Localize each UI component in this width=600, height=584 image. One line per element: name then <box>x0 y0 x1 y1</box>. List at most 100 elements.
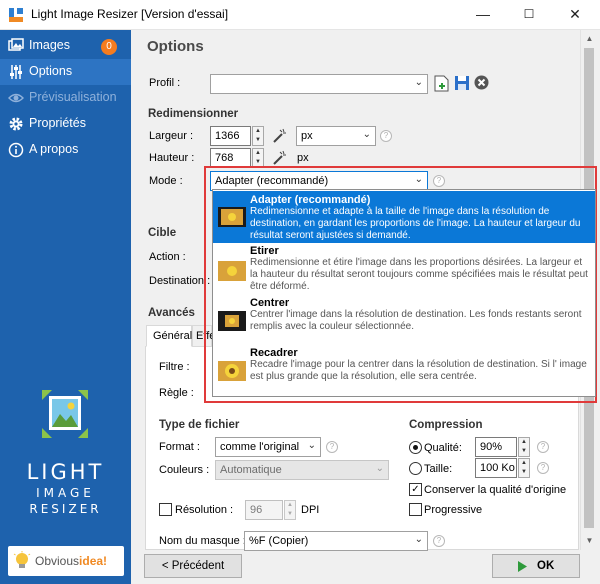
ok-button[interactable]: OK <box>492 554 580 578</box>
title-bar: Light Image Resizer [Version d'essai] — … <box>0 0 600 30</box>
logo-text-image: IMAGE <box>36 486 95 500</box>
sidebar-item-label: A propos <box>29 142 79 156</box>
quality-input[interactable]: 90% <box>475 437 517 457</box>
profile-label: Profil : <box>149 77 181 89</box>
size-label: Taille: <box>424 463 453 475</box>
mode-dropdown-list[interactable]: Adapter (recommandé) Redimensionne et ad… <box>212 189 596 397</box>
sidebar-item-properties[interactable]: Propriétés <box>0 111 131 137</box>
width-input[interactable]: 1366 <box>210 126 251 146</box>
quality-label: Qualité: <box>424 442 462 454</box>
fit-mode-icon <box>218 207 246 227</box>
sidebar: Images 0 Options Prévisualisation Propri… <box>0 30 131 584</box>
maximize-button[interactable]: ☐ <box>506 0 552 30</box>
progressive-checkbox[interactable] <box>409 503 422 516</box>
crop-mode-icon <box>218 361 246 381</box>
new-profile-icon[interactable] <box>434 75 449 92</box>
height-unit-label: px <box>297 152 309 164</box>
brand-highlight: idea! <box>79 554 108 568</box>
brand-logo[interactable]: Obviousidea! <box>8 546 124 576</box>
width-label: Largeur : <box>149 130 194 142</box>
mask-label: Nom du masque : <box>159 535 246 547</box>
compression-section-title: Compression <box>409 419 483 431</box>
page-title: Options <box>147 38 204 55</box>
resolution-checkbox[interactable] <box>159 503 172 516</box>
minimize-button[interactable]: — <box>460 0 506 30</box>
sliders-icon <box>10 65 22 79</box>
profile-select[interactable]: ⌄ <box>210 74 428 94</box>
sidebar-item-about[interactable]: A propos <box>0 137 131 163</box>
center-mode-icon <box>218 311 246 331</box>
help-icon[interactable]: ? <box>380 130 392 142</box>
resize-section-title: Redimensionner <box>148 108 239 120</box>
gear-icon <box>9 117 23 131</box>
keep-quality-label: Conserver la qualité d'origine <box>424 484 567 496</box>
play-icon <box>518 561 527 572</box>
sidebar-item-label: Prévisualisation <box>29 90 117 104</box>
magic-wand-icon[interactable] <box>271 128 287 144</box>
chevron-down-icon: ⌄ <box>414 77 423 88</box>
back-button[interactable]: < Précédent <box>144 554 242 578</box>
mask-select[interactable]: %F (Copier) ⌄ <box>244 531 428 551</box>
mode-option-etirer[interactable]: Etirer Redimensionne et étire l'image da… <box>213 245 595 297</box>
magic-wand-icon[interactable] <box>271 150 287 166</box>
progressive-label: Progressive <box>424 504 483 516</box>
scroll-down-icon[interactable]: ▼ <box>581 532 598 549</box>
resolution-input[interactable]: 96 <box>245 500 283 520</box>
tab-general[interactable]: Général <box>146 325 192 347</box>
keep-quality-checkbox[interactable]: ✓ <box>409 483 422 496</box>
filetype-section-title: Type de fichier <box>159 419 240 431</box>
images-count-badge: 0 <box>101 39 117 55</box>
rule-label: Règle : <box>159 387 194 399</box>
sidebar-item-options[interactable]: Options <box>0 59 131 85</box>
action-label: Action : <box>149 251 186 263</box>
sidebar-item-label: Images <box>29 38 70 52</box>
images-icon <box>8 38 24 51</box>
chevron-down-icon: ⌄ <box>414 534 423 545</box>
brand-name: Obvious <box>35 554 80 568</box>
colors-label: Couleurs : <box>159 464 210 476</box>
scroll-up-icon[interactable]: ▲ <box>581 30 598 47</box>
size-radio[interactable] <box>409 462 422 475</box>
resolution-label: Résolution : <box>175 504 234 516</box>
save-profile-icon[interactable] <box>454 75 470 91</box>
quality-radio[interactable] <box>409 441 422 454</box>
size-input[interactable]: 100 Ko <box>475 458 517 478</box>
mode-option-centrer[interactable]: Centrer Centrer l'image dans la résoluti… <box>213 297 595 343</box>
help-icon[interactable]: ? <box>433 535 445 547</box>
chevron-down-icon: ⌄ <box>375 463 384 474</box>
logo-text-light: LIGHT <box>26 460 105 484</box>
advanced-section-title: Avancés <box>148 307 195 319</box>
sidebar-item-label: Propriétés <box>29 116 86 130</box>
stretch-mode-icon <box>218 261 246 281</box>
chevron-down-icon: ⌄ <box>362 129 371 140</box>
help-icon[interactable]: ? <box>537 441 549 453</box>
sidebar-item-label: Options <box>29 64 73 78</box>
mode-option-adapter[interactable]: Adapter (recommandé) Redimensionne et ad… <box>213 191 595 243</box>
info-icon <box>8 142 24 158</box>
sidebar-item-images[interactable]: Images 0 <box>0 33 131 59</box>
mode-option-recadrer[interactable]: Recadrer Recadre l'image pour la centrer… <box>213 346 595 396</box>
sidebar-item-preview[interactable]: Prévisualisation <box>0 85 131 111</box>
quality-spinner[interactable]: ▲ ▼ <box>518 437 530 457</box>
height-spinner[interactable]: ▲ ▼ <box>252 148 264 168</box>
app-icon <box>9 8 23 22</box>
width-spinner[interactable]: ▲ ▼ <box>252 126 264 146</box>
help-icon[interactable]: ? <box>326 441 338 453</box>
chevron-down-icon: ⌄ <box>307 440 316 451</box>
mode-label: Mode : <box>149 175 183 187</box>
format-label: Format : <box>159 441 200 453</box>
destination-label: Destination : <box>149 275 211 287</box>
logo-text-resizer: RESIZER <box>29 502 102 516</box>
resolution-spinner[interactable]: ▲ ▼ <box>284 500 296 520</box>
delete-profile-icon[interactable] <box>474 75 489 90</box>
help-icon[interactable]: ? <box>537 462 549 474</box>
height-label: Hauteur : <box>149 152 195 164</box>
format-select[interactable]: comme l'original ⌄ <box>215 437 321 457</box>
close-button[interactable]: ✕ <box>552 0 598 30</box>
window-title: Light Image Resizer [Version d'essai] <box>31 7 229 21</box>
colors-select[interactable]: Automatique ⌄ <box>215 460 389 480</box>
height-input[interactable]: 768 <box>210 148 251 168</box>
unit-select[interactable]: px ⌄ <box>296 126 376 146</box>
size-spinner[interactable]: ▲ ▼ <box>518 458 530 478</box>
resolution-unit: DPI <box>301 504 320 516</box>
